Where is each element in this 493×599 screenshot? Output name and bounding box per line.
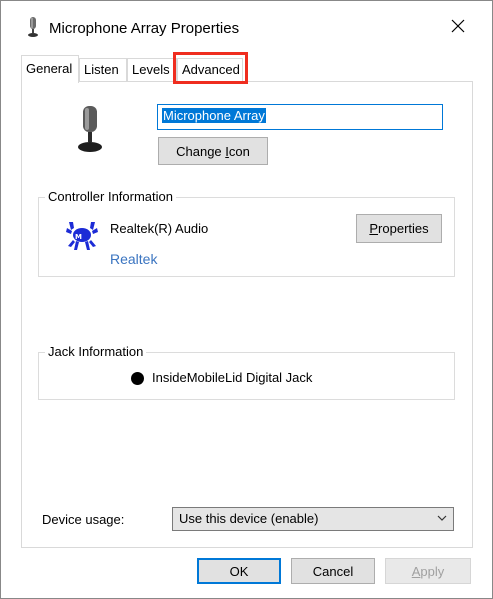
controller-information-group: Controller Information M Realtek(R) Audi… [38,189,455,277]
apply-button[interactable]: Apply [385,558,471,584]
jack-group-label: Jack Information [45,344,147,360]
tab-listen[interactable]: Listen [79,58,127,82]
chevron-down-icon [437,515,447,521]
window-title: Microphone Array Properties [49,20,240,37]
jack-description: InsideMobileLid Digital Jack [152,370,313,385]
device-usage-select[interactable]: Use this device (enable) [172,507,454,531]
jack-color-indicator [131,372,144,385]
realtek-crab-icon: M [66,222,98,250]
general-tab-panel: Microphone Array Change Icon Controller … [21,81,473,548]
close-icon [451,19,465,33]
svg-text:M: M [75,233,82,241]
change-icon-label-suffix: con [228,143,250,159]
properties-label-accel: P [369,221,379,236]
cancel-button[interactable]: Cancel [291,558,375,584]
title-bar: Microphone Array Properties [1,1,492,49]
change-icon-label-prefix: Change [176,143,226,159]
ok-button[interactable]: OK [197,558,281,584]
tab-advanced[interactable]: Advanced [177,58,243,82]
jack-information-group: Jack Information InsideMobileLid Digital… [38,344,455,400]
device-usage-selected: Use this device (enable) [179,511,319,526]
controller-group-label: Controller Information [45,189,176,205]
device-name-value: Microphone Array [162,108,266,123]
microphone-device-icon [78,106,102,152]
controller-vendor-link[interactable]: Realtek [110,251,157,267]
device-name-input[interactable]: Microphone Array [157,104,443,130]
controller-properties-button[interactable]: Properties [356,214,442,243]
properties-dialog: Microphone Array Properties General List… [0,0,493,599]
apply-label-suffix: pply [420,563,445,579]
apply-label-accel: A [411,563,421,579]
tab-general[interactable]: General [21,55,79,83]
microphone-icon [28,17,38,37]
device-usage-label: Device usage: [42,512,125,527]
properties-label-suffix: roperties [378,221,429,236]
change-icon-button[interactable]: Change Icon [158,137,268,165]
close-button[interactable] [441,9,475,43]
tab-levels[interactable]: Levels [127,58,177,82]
controller-name: Realtek(R) Audio [110,221,209,236]
